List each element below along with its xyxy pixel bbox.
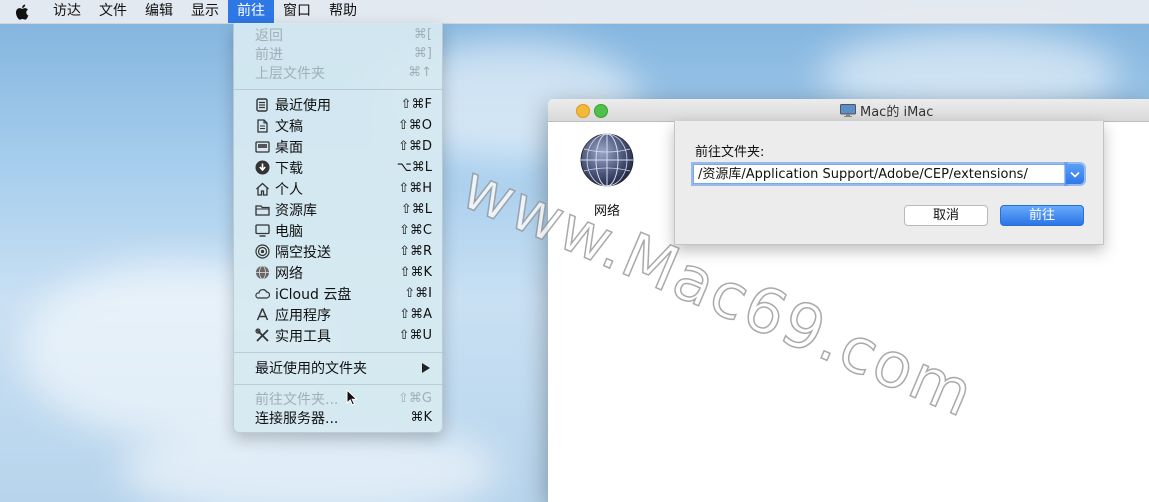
menu-item-shortcut: ⇧⌘U	[398, 328, 432, 343]
zoom-button[interactable]	[594, 104, 608, 118]
menu-item-computer[interactable]: 电脑 ⇧⌘C	[234, 220, 442, 241]
menu-item-connect-server[interactable]: 连接服务器... ⌘K	[234, 407, 442, 428]
menu-item-airdrop[interactable]: 隔空投送 ⇧⌘R	[234, 241, 442, 262]
cancel-button[interactable]: 取消	[904, 205, 988, 226]
menu-item-shortcut: ⇧⌘L	[400, 202, 432, 217]
menu-item-shortcut: ⌘]	[413, 46, 432, 61]
menu-finder[interactable]: 访达	[44, 0, 90, 23]
menu-item-applications[interactable]: 应用程序 ⇧⌘A	[234, 304, 442, 325]
go-to-folder-sheet: 前往文件夹: /资源库/Application Support/Adobe/CE…	[674, 121, 1104, 245]
menu-item-network[interactable]: 网络 ⇧⌘K	[234, 262, 442, 283]
applications-icon	[254, 307, 270, 323]
go-to-folder-label: 前往文件夹:	[695, 145, 765, 160]
menu-item-back[interactable]: 返回 ⌘[	[234, 24, 442, 45]
documents-icon	[254, 118, 270, 134]
menu-item-shortcut: ⇧⌘C	[399, 223, 432, 238]
menu-item-label: 下载	[275, 160, 303, 177]
menu-item-shortcut: ⌘K	[410, 410, 432, 425]
menu-item-shortcut: ⇧⌘I	[404, 286, 432, 301]
menu-item-forward[interactable]: 前进 ⌘]	[234, 43, 442, 64]
menu-item-label: 最近使用	[275, 97, 331, 114]
menu-item-label: 前进	[255, 46, 283, 63]
computer-icon	[254, 223, 270, 239]
menu-item-label: 最近使用的文件夹	[255, 360, 367, 377]
download-icon	[254, 160, 270, 176]
menu-item-shortcut: ⇧⌘R	[399, 244, 432, 259]
network-globe-icon[interactable]	[580, 133, 634, 187]
network-icon	[254, 265, 270, 281]
menu-item-shortcut: ⇧⌘A	[399, 307, 432, 322]
recents-icon	[254, 97, 270, 113]
submenu-arrow-icon	[422, 362, 430, 373]
menu-item-label: 电脑	[275, 223, 303, 240]
menu-item-enclosing-folder[interactable]: 上层文件夹 ⌘↑	[234, 62, 442, 83]
menu-item-recent-folders[interactable]: 最近使用的文件夹	[234, 357, 442, 378]
menu-item-shortcut: ⇧⌘O	[397, 118, 432, 133]
path-history-dropdown[interactable]	[1066, 164, 1084, 184]
menu-item-recents[interactable]: 最近使用 ⇧⌘F	[234, 94, 442, 115]
menu-item-label: 网络	[275, 265, 303, 282]
menu-item-shortcut: ⇧⌘F	[400, 97, 432, 112]
airdrop-icon	[254, 244, 270, 260]
menu-item-label: 实用工具	[275, 328, 331, 345]
menu-item-go-to-folder[interactable]: 前往文件夹... ⇧⌘G	[234, 388, 442, 409]
window-titlebar: Mac的 iMac	[548, 99, 1149, 122]
go-button[interactable]: 前往	[1000, 205, 1084, 226]
menu-file[interactable]: 文件	[90, 0, 136, 23]
folder-path-input[interactable]: /资源库/Application Support/Adobe/CEP/exten…	[693, 164, 1066, 184]
apple-menu[interactable]	[0, 0, 44, 23]
menu-item-label: 前往文件夹...	[255, 391, 339, 408]
menu-edit[interactable]: 编辑	[136, 0, 182, 23]
home-icon	[254, 181, 270, 197]
menu-item-label: 返回	[255, 27, 283, 44]
menu-item-shortcut: ⇧⌘D	[398, 139, 432, 154]
menu-item-label: 应用程序	[275, 307, 331, 324]
menu-item-documents[interactable]: 文稿 ⇧⌘O	[234, 115, 442, 136]
chevron-down-icon	[1070, 171, 1080, 178]
utilities-icon	[254, 328, 270, 344]
folder-icon	[254, 202, 270, 218]
menu-item-utilities[interactable]: 实用工具 ⇧⌘U	[234, 325, 442, 346]
menu-separator	[234, 352, 442, 353]
menu-item-label: 个人	[275, 181, 303, 198]
menu-item-label: 连接服务器...	[255, 410, 339, 427]
menu-item-label: 上层文件夹	[255, 65, 325, 82]
go-menu-dropdown: 返回 ⌘[ 前进 ⌘] 上层文件夹 ⌘↑ 最近使用 ⇧⌘F 文稿 ⇧⌘O 桌面 …	[233, 23, 443, 433]
window-title: Mac的 iMac	[840, 101, 933, 120]
mouse-cursor-icon	[346, 389, 358, 406]
imac-icon	[840, 104, 856, 117]
menu-item-shortcut: ⇧⌘H	[398, 181, 432, 196]
menu-item-shortcut: ⇧⌘G	[398, 391, 432, 406]
menu-item-home[interactable]: 个人 ⇧⌘H	[234, 178, 442, 199]
menu-separator	[234, 384, 442, 385]
menu-item-library[interactable]: 资源库 ⇧⌘L	[234, 199, 442, 220]
menu-bar: 访达 文件 编辑 显示 前往 窗口 帮助	[0, 0, 1149, 24]
apple-icon	[15, 4, 29, 20]
desktop-icon	[254, 139, 270, 155]
menu-item-label: 隔空投送	[275, 244, 331, 261]
menu-view[interactable]: 显示	[182, 0, 228, 23]
menu-help[interactable]: 帮助	[320, 0, 366, 23]
menu-item-downloads[interactable]: 下载 ⌥⌘L	[234, 157, 442, 178]
menu-go[interactable]: 前往	[228, 0, 274, 23]
menu-item-shortcut: ⇧⌘K	[399, 265, 432, 280]
menu-item-label: 文稿	[275, 118, 303, 135]
menu-item-desktop[interactable]: 桌面 ⇧⌘D	[234, 136, 442, 157]
menu-item-shortcut: ⌥⌘L	[396, 160, 432, 175]
menu-item-label: iCloud 云盘	[275, 286, 352, 303]
menu-window[interactable]: 窗口	[274, 0, 320, 23]
menu-item-shortcut: ⌘↑	[408, 65, 432, 80]
window-title-text: Mac的 iMac	[860, 105, 934, 120]
network-label: 网络	[594, 204, 621, 219]
menu-item-icloud-drive[interactable]: iCloud 云盘 ⇧⌘I	[234, 283, 442, 304]
menu-item-shortcut: ⌘[	[413, 27, 432, 42]
cloud-icon	[254, 286, 270, 302]
menu-item-label: 桌面	[275, 139, 303, 156]
menu-item-label: 资源库	[275, 202, 317, 219]
menu-separator	[234, 89, 442, 90]
minimize-button[interactable]	[576, 104, 590, 118]
